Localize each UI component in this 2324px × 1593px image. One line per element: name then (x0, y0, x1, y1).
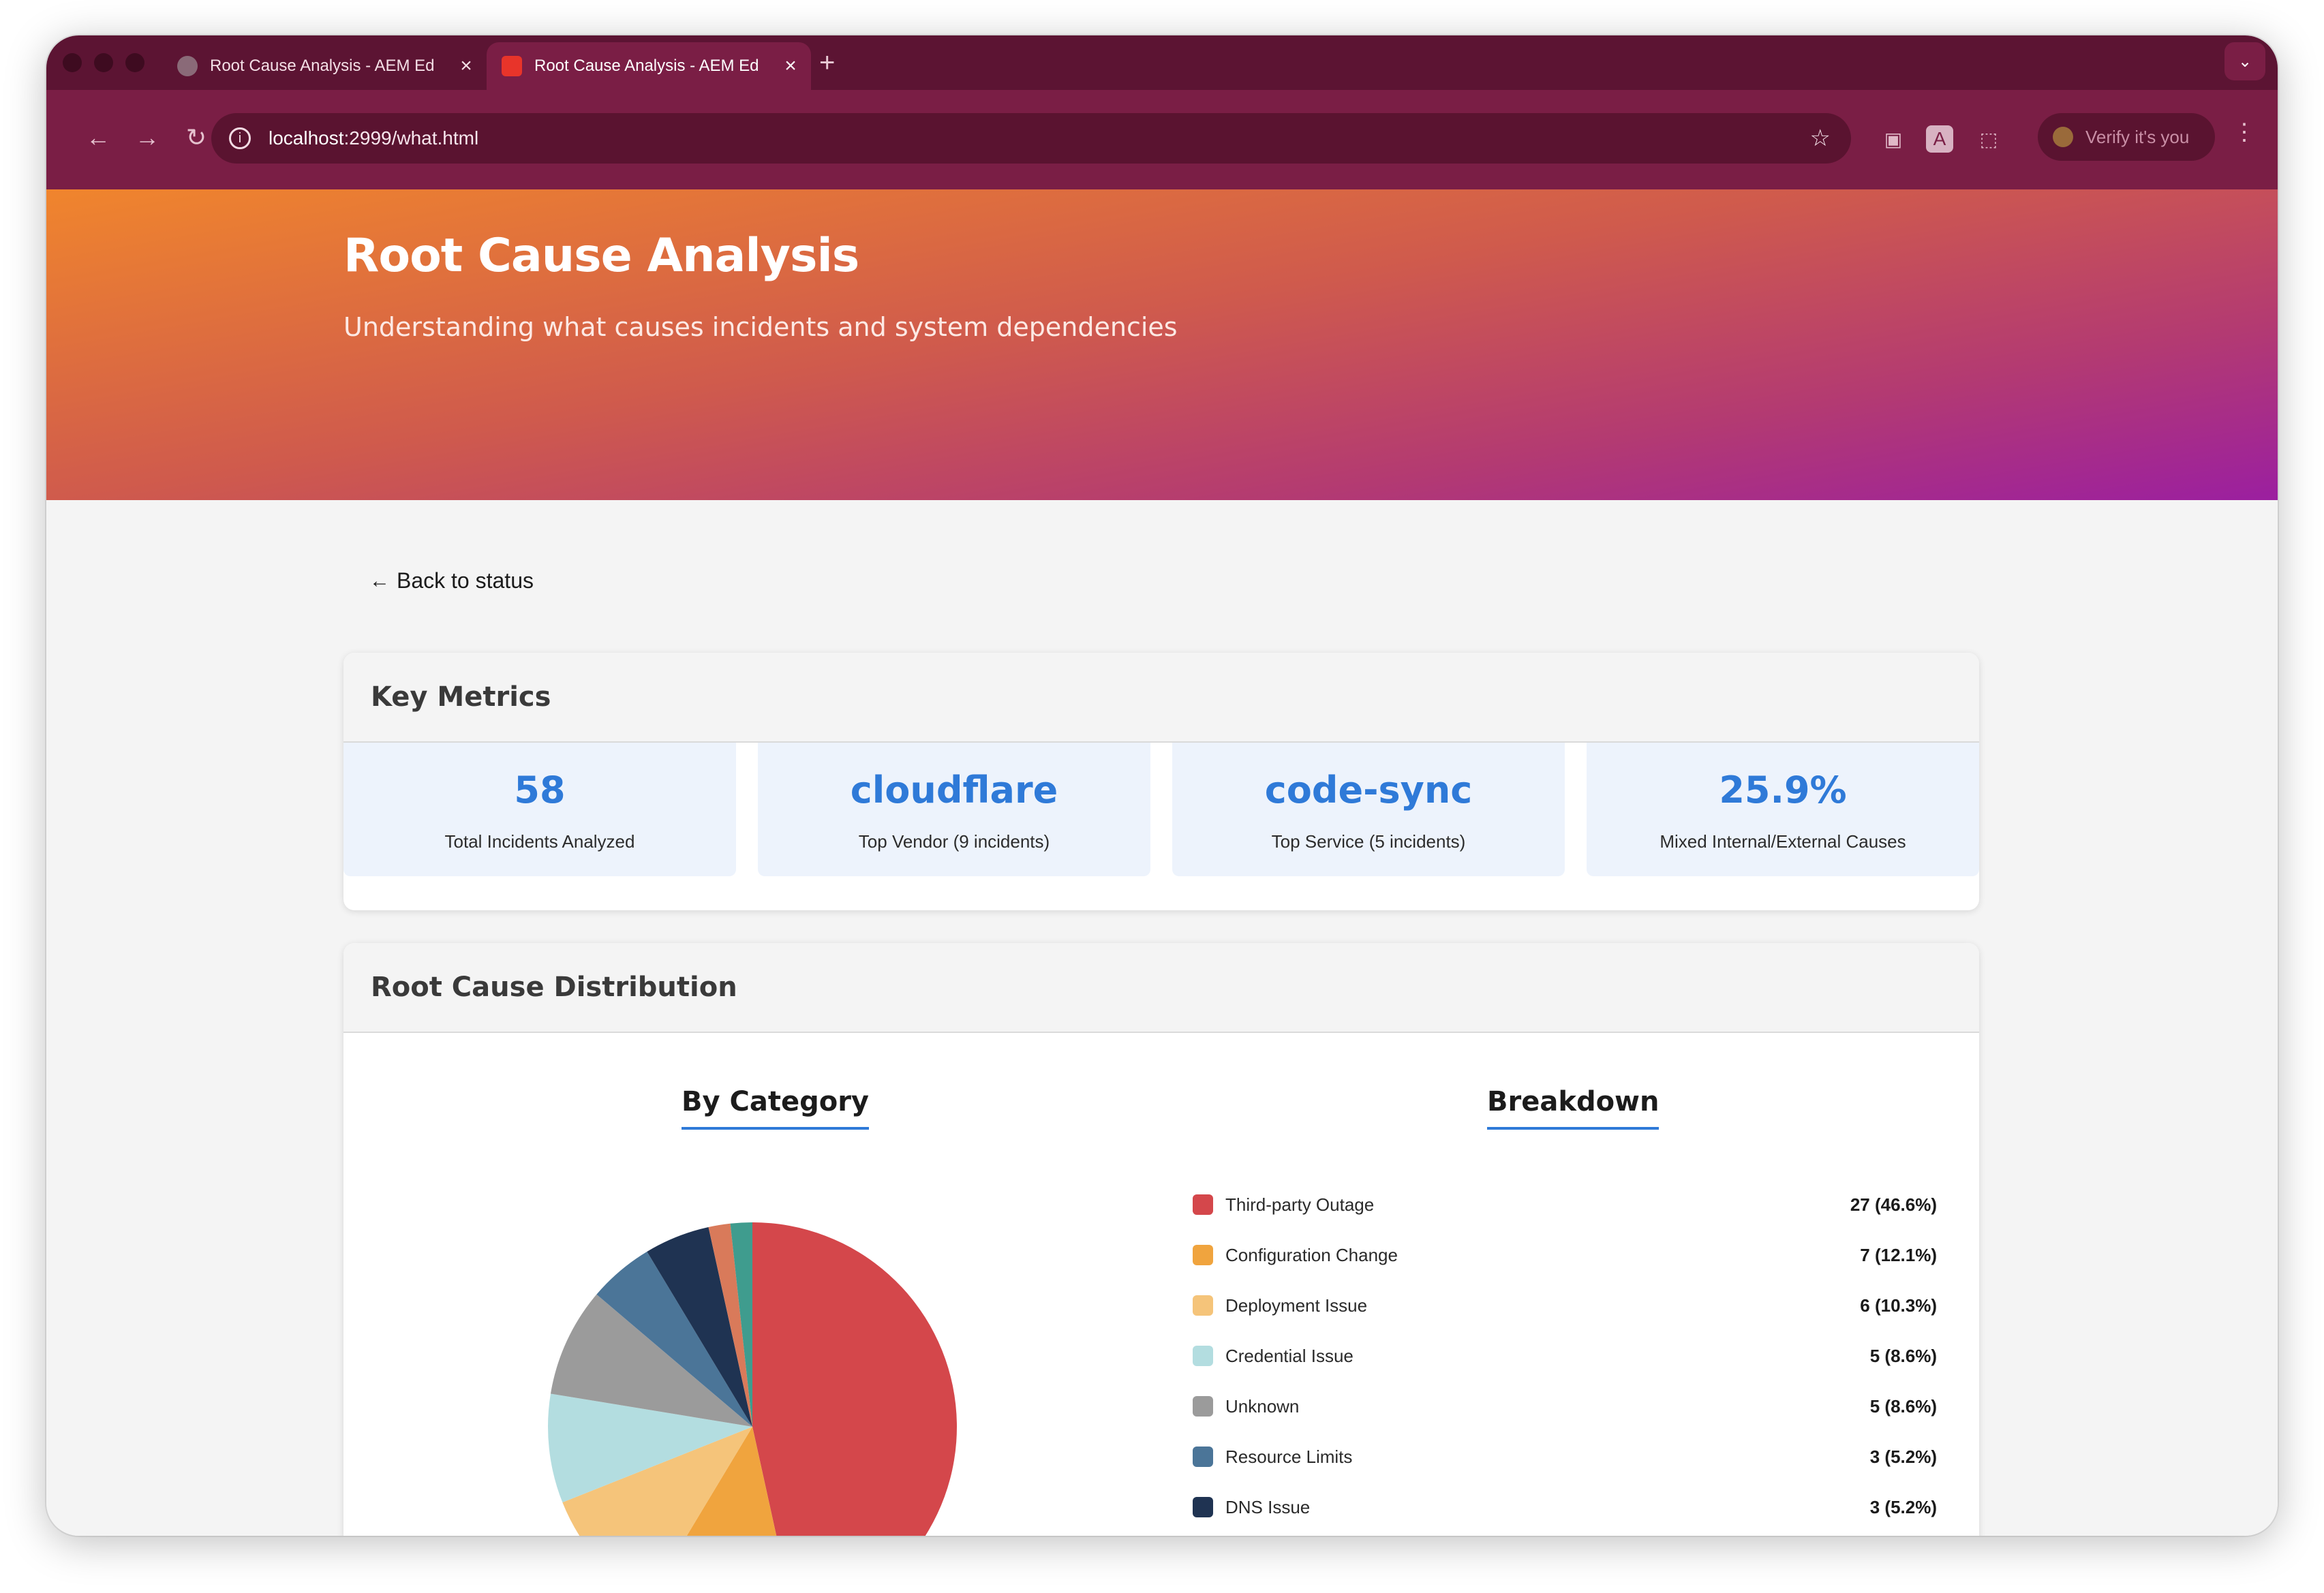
page-subtitle: Understanding what causes incidents and … (343, 312, 1178, 342)
metric-total-incidents: 58 Total Incidents Analyzed (343, 743, 736, 876)
legend-count: 27 (46.6%) (1850, 1194, 1937, 1215)
legend-label: Unknown (1225, 1395, 1300, 1417)
legend-row: Credential Issue 5 (8.6%) (1193, 1342, 1937, 1370)
metric-top-service: code-sync Top Service (5 incidents) (1172, 743, 1565, 876)
bookmark-star-icon[interactable]: ☆ (1810, 125, 1831, 152)
kebab-menu-icon[interactable]: ⋮ (2233, 119, 2256, 146)
metric-value: cloudflare (850, 769, 1058, 811)
verify-label: Verify it's you (2085, 126, 2190, 147)
site-info-icon[interactable]: i (229, 127, 251, 149)
legend-swatch (1193, 1346, 1213, 1366)
url-text[interactable]: localhost:2999/what.html (269, 127, 1810, 149)
legend-swatch (1193, 1194, 1213, 1215)
page-content: Root Cause Analysis Understanding what c… (46, 189, 2278, 1536)
adobe-extension-icon[interactable]: A (1926, 125, 1953, 153)
forward-arrow-icon[interactable]: → (125, 116, 169, 159)
legend-swatch (1193, 1447, 1213, 1467)
left-arrow-icon: ← (369, 569, 390, 592)
metrics-grid: 58 Total Incidents Analyzed cloudflare T… (343, 743, 1979, 876)
hero-banner: Root Cause Analysis Understanding what c… (46, 189, 2278, 500)
metric-label: Top Service (5 incidents) (1271, 831, 1466, 852)
page-title: Root Cause Analysis (343, 229, 859, 283)
legend-label: Resource Limits (1225, 1446, 1353, 1467)
legend-row: DNS Issue 3 (5.2%) (1193, 1494, 1937, 1521)
url-path: :2999/what.html (343, 127, 479, 149)
legend-label: Deployment Issue (1225, 1295, 1368, 1316)
url-host: localhost (269, 127, 344, 149)
card-title: Key Metrics (371, 681, 551, 713)
legend-row: Resource Limits 3 (5.2%) (1193, 1443, 1937, 1470)
legend-row: Deployment Issue 6 (10.3%) (1193, 1292, 1937, 1319)
pie-slice-third-party-outage[interactable] (752, 1222, 957, 1536)
browser-window: Root Cause Analysis - AEM Ed × Root Caus… (46, 35, 2278, 1536)
back-arrow-icon[interactable]: ← (76, 116, 120, 159)
legend-row: Configuration Change 7 (12.1%) (1193, 1241, 1937, 1269)
close-tab-icon[interactable]: × (453, 55, 480, 78)
key-metrics-card: Key Metrics 58 Total Incidents Analyzed … (343, 653, 1979, 910)
new-tab-button[interactable]: + (819, 48, 835, 78)
verify-profile-button[interactable]: Verify it's you (2038, 113, 2215, 161)
breakdown-heading: Breakdown (1487, 1086, 1660, 1130)
metric-value: 58 (514, 769, 566, 811)
browser-toolbar: ← → ↻ i localhost:2999/what.html ☆ ▣ A ⬚… (46, 90, 2278, 189)
tab-inactive[interactable]: Root Cause Analysis - AEM Ed × (162, 42, 487, 90)
category-pie-chart (548, 1222, 957, 1536)
metric-value: code-sync (1264, 769, 1473, 811)
tab-strip: Root Cause Analysis - AEM Ed × Root Caus… (46, 35, 2278, 90)
tab-active[interactable]: Root Cause Analysis - AEM Ed × (487, 42, 811, 90)
close-tab-icon[interactable]: × (777, 55, 804, 78)
legend-swatch (1193, 1396, 1213, 1417)
extension-icon[interactable]: ▣ (1880, 125, 1907, 153)
tab-search-icon[interactable]: ⌄ (2224, 42, 2265, 80)
close-window-icon[interactable] (63, 53, 82, 72)
card-title: Root Cause Distribution (371, 972, 737, 1003)
legend-row: Third-party Outage 27 (46.6%) (1193, 1191, 1937, 1218)
legend-count: 3 (5.2%) (1869, 1496, 1937, 1517)
card-header: Key Metrics (343, 653, 1979, 743)
legend-count: 7 (12.1%) (1860, 1244, 1937, 1265)
legend-count: 5 (8.6%) (1869, 1345, 1937, 1366)
metric-label: Total Incidents Analyzed (444, 831, 635, 852)
legend-label: DNS Issue (1225, 1496, 1311, 1517)
legend-count: 6 (10.3%) (1860, 1295, 1937, 1316)
maximize-window-icon[interactable] (125, 53, 144, 72)
extensions-puzzle-icon[interactable]: ⬚ (1975, 125, 2002, 153)
legend-count: 3 (5.2%) (1869, 1446, 1937, 1467)
metric-label: Top Vendor (9 incidents) (858, 831, 1050, 852)
metric-mixed-causes: 25.9% Mixed Internal/External Causes (1587, 743, 1979, 876)
back-to-status-link[interactable]: ← Back to status (369, 568, 534, 593)
back-link-label: Back to status (397, 568, 534, 593)
metric-label: Mixed Internal/External Causes (1660, 831, 1906, 852)
tab-title: Root Cause Analysis - AEM Ed (534, 57, 759, 75)
tab-title: Root Cause Analysis - AEM Ed (210, 57, 435, 75)
minimize-window-icon[interactable] (94, 53, 113, 72)
address-bar[interactable]: i localhost:2999/what.html ☆ (211, 113, 1851, 164)
root-cause-distribution-card: Root Cause Distribution By Category Brea… (343, 943, 1979, 1536)
legend-swatch (1193, 1245, 1213, 1265)
adobe-icon (502, 56, 522, 76)
legend-row: Unknown 5 (8.6%) (1193, 1393, 1937, 1420)
legend-count: 5 (8.6%) (1869, 1395, 1937, 1417)
legend-label: Third-party Outage (1225, 1194, 1375, 1215)
card-header: Root Cause Distribution (343, 943, 1979, 1033)
avatar (2053, 127, 2073, 147)
legend-label: Configuration Change (1225, 1244, 1398, 1265)
legend-swatch (1193, 1497, 1213, 1517)
by-category-heading: By Category (682, 1086, 869, 1130)
legend-label: Credential Issue (1225, 1345, 1354, 1366)
legend-swatch (1193, 1295, 1213, 1316)
metric-value: 25.9% (1719, 769, 1847, 811)
metric-top-vendor: cloudflare Top Vendor (9 incidents) (758, 743, 1150, 876)
globe-icon (177, 56, 198, 76)
